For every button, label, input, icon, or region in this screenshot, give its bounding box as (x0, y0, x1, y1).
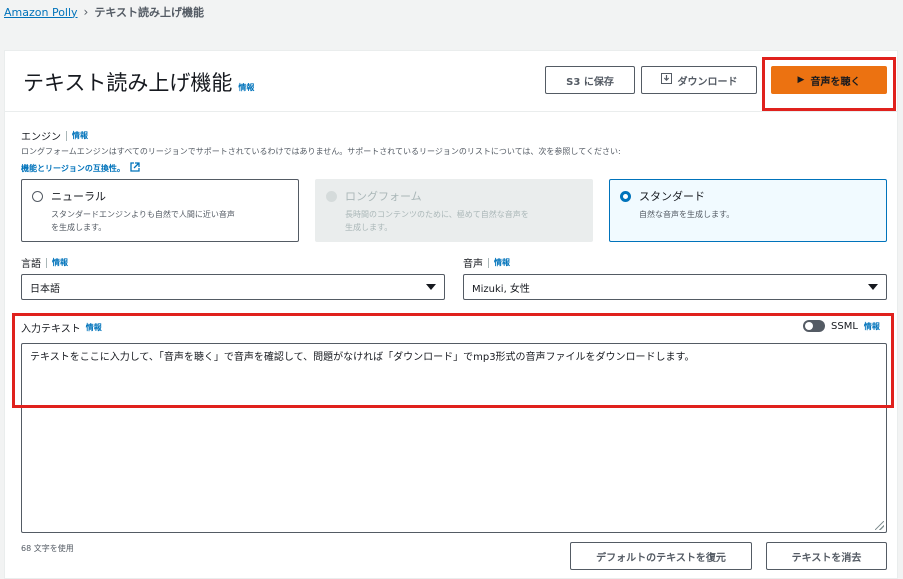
listen-button[interactable]: ▶ 音声を聴く (771, 66, 887, 94)
engine-label-row: エンジン 情報 (21, 128, 88, 143)
title-info-link[interactable]: 情報 (238, 82, 254, 93)
engine-option-title: ニューラル (51, 190, 106, 203)
divider (46, 257, 47, 268)
engine-option-title: スタンダード (639, 190, 705, 203)
input-info-link[interactable]: 情報 (86, 322, 102, 333)
engine-info-link[interactable]: 情報 (72, 130, 88, 141)
breadcrumb: Amazon Polly › テキスト読み上げ機能 (4, 4, 204, 20)
download-button[interactable]: ダウンロード (641, 66, 757, 94)
input-label: 入力テキスト (21, 324, 81, 335)
language-info-link[interactable]: 情報 (52, 257, 68, 268)
download-icon (660, 73, 672, 87)
engine-option-longform: ロングフォーム 長時間のコンテンツのために、極めて自然な音声を 生成します。 (315, 179, 593, 242)
voice-value: Mizuki, 女性 (472, 283, 530, 295)
download-label: ダウンロード (677, 76, 738, 88)
page-title: テキスト読み上げ機能 (23, 71, 233, 95)
restore-default-label: デフォルトのテキストを復元 (596, 552, 726, 564)
ssml-info-link[interactable]: 情報 (864, 321, 880, 332)
divider (488, 257, 489, 268)
language-label-row: 言語 情報 (21, 255, 68, 270)
input-text-area[interactable]: テキストをここに入力して、「音声を聴く」で音声を確認して、問題がなければ「ダウン… (21, 343, 887, 533)
breadcrumb-link-polly[interactable]: Amazon Polly (4, 6, 78, 19)
caret-down-icon (426, 284, 436, 290)
language-value: 日本語 (30, 283, 60, 295)
language-label: 言語 (21, 259, 41, 270)
external-link-icon (130, 162, 140, 174)
engine-option-desc: 生成します。 (345, 223, 393, 232)
engine-option-desc: 自然な音声を生成します。 (639, 210, 735, 219)
ssml-toggle-row: SSML 情報 (803, 320, 880, 332)
save-to-s3-label: S3 に保存 (566, 76, 614, 88)
voice-label: 音声 (463, 259, 483, 270)
engine-label: エンジン (21, 132, 61, 143)
play-icon: ▶ (797, 75, 805, 85)
engine-option-neural[interactable]: ニューラル スタンダードエンジンよりも自然で人間に近い音声 を生成します。 (21, 179, 299, 242)
caret-down-icon (868, 284, 878, 290)
clear-text-label: テキストを消去 (791, 552, 862, 564)
restore-default-button[interactable]: デフォルトのテキストを復元 (570, 542, 752, 570)
engine-option-standard[interactable]: スタンダード 自然な音声を生成します。 (609, 179, 887, 242)
char-count: 68 文字を使用 (21, 544, 74, 553)
engine-option-desc: を生成します。 (51, 223, 107, 232)
listen-label: 音声を聴く (810, 76, 861, 88)
engine-description: ロングフォームエンジンはすべてのリージョンでサポートされているわけではありません… (21, 147, 621, 156)
page-title-row: テキスト読み上げ機能 情報 (23, 67, 254, 97)
voice-label-row: 音声 情報 (463, 255, 510, 270)
header-divider (5, 111, 897, 112)
breadcrumb-current: テキスト読み上げ機能 (94, 6, 205, 19)
ssml-toggle[interactable] (803, 320, 825, 332)
input-label-row: 入力テキスト 情報 (21, 320, 102, 335)
radio-neural[interactable] (32, 190, 43, 202)
radio-standard[interactable] (620, 190, 631, 202)
save-to-s3-button[interactable]: S3 に保存 (545, 66, 635, 94)
compat-link[interactable]: 機能とリージョンの互換性。 (21, 162, 140, 174)
chevron-right-icon: › (83, 5, 89, 19)
engine-option-desc: 長時間のコンテンツのために、極めて自然な音声を (345, 210, 529, 219)
input-text-value: テキストをここに入力して、「音声を聴く」で音声を確認して、問題がなければ「ダウン… (30, 352, 695, 363)
resize-handle[interactable] (875, 521, 884, 530)
radio-longform (326, 190, 337, 202)
voice-select[interactable]: Mizuki, 女性 (463, 274, 887, 300)
ssml-label: SSML (831, 320, 858, 332)
voice-info-link[interactable]: 情報 (494, 257, 510, 268)
language-select[interactable]: 日本語 (21, 274, 445, 300)
engine-option-title: ロングフォーム (345, 190, 422, 203)
main-panel: テキスト読み上げ機能 情報 S3 に保存 ダウンロード ▶ 音声を聴く エンジン… (4, 50, 898, 579)
divider (66, 130, 67, 141)
clear-text-button[interactable]: テキストを消去 (766, 542, 887, 570)
compat-link-label: 機能とリージョンの互換性。 (21, 163, 125, 173)
engine-option-desc: スタンダードエンジンよりも自然で人間に近い音声 (51, 210, 235, 219)
